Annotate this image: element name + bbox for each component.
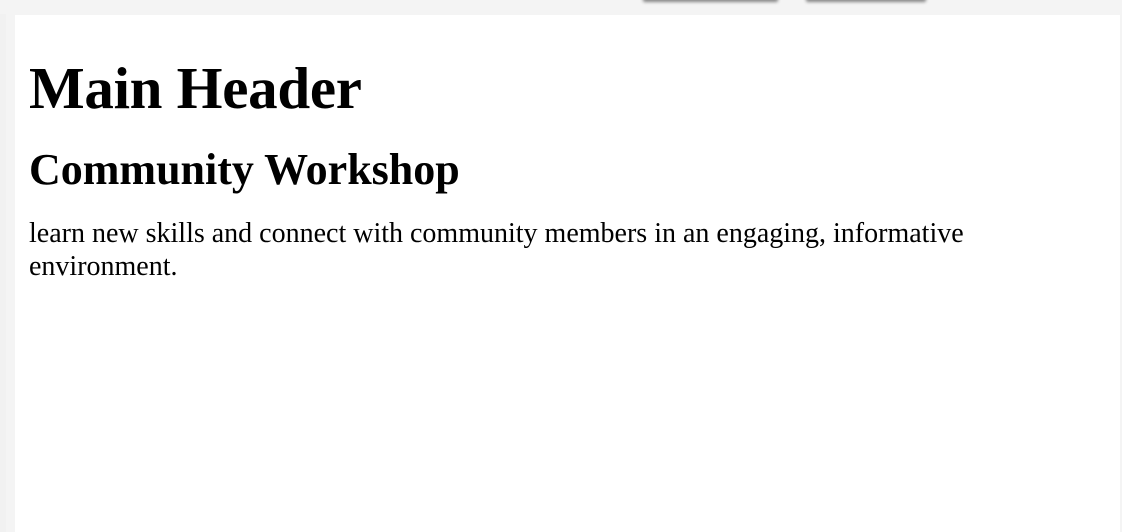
- description-text: learn new skills and connect with commun…: [29, 218, 964, 282]
- left-edge-strip: [0, 14, 6, 532]
- sub-header: Community Workshop: [29, 145, 460, 194]
- browser-viewport: Main Header Community Workshop learn new…: [0, 0, 1122, 532]
- content-panel: Main Header Community Workshop learn new…: [15, 15, 1120, 532]
- main-header: Main Header: [29, 55, 362, 121]
